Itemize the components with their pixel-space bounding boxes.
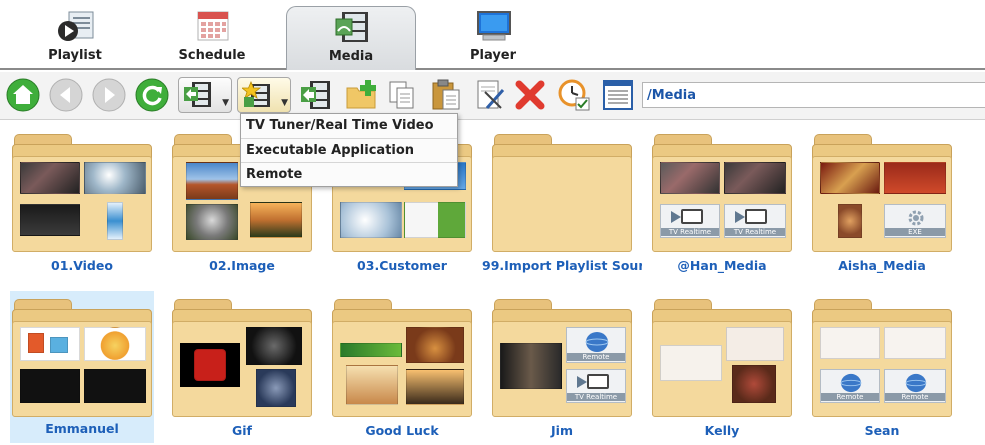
globe-icon — [585, 332, 609, 352]
film-icon — [335, 12, 368, 42]
tab-label: Player — [469, 48, 517, 63]
tab-schedule[interactable]: Schedule — [147, 6, 277, 70]
thumb-label: TV Realtime — [725, 228, 785, 236]
menu-item-executable[interactable]: Executable Application — [241, 139, 457, 163]
folder-icon: EXE — [812, 134, 952, 252]
add-media-button[interactable]: ▼ — [178, 77, 232, 113]
details-view-icon[interactable] — [601, 78, 635, 112]
folder-name: 02.Image — [209, 258, 275, 273]
calendar-icon — [197, 11, 229, 41]
tv-icon: TV Realtime — [724, 204, 786, 238]
folder-item[interactable]: 99.Import Playlist Sour — [482, 134, 642, 284]
folder-icon — [12, 299, 152, 417]
folder-icon: TV Realtime TV Realtime — [652, 134, 792, 252]
exe-icon: EXE — [884, 204, 946, 238]
edit-icon[interactable] — [473, 78, 507, 112]
folder-icon — [492, 134, 632, 252]
folder-item[interactable]: Emmanuel — [10, 291, 154, 443]
folder-name: Sean — [864, 423, 900, 438]
folder-item[interactable]: TV Realtime TV Realtime @Han_Media — [650, 134, 794, 284]
delete-icon[interactable] — [513, 78, 547, 112]
globe-icon — [905, 373, 927, 393]
folder-name: Kelly — [704, 423, 740, 438]
tab-playlist[interactable]: Playlist — [10, 6, 140, 70]
tab-media[interactable]: Media — [286, 6, 416, 70]
thumb-label: TV Realtime — [661, 228, 719, 236]
copy-icon[interactable] — [385, 78, 419, 112]
chevron-down-icon: ▼ — [222, 98, 229, 108]
folder-name: Emmanuel — [45, 421, 119, 436]
folder-icon — [12, 134, 152, 252]
thumb-label: Remote — [885, 393, 945, 401]
folder-item[interactable]: Kelly — [650, 299, 794, 445]
path-input[interactable]: /Media — [642, 82, 985, 108]
tab-player[interactable]: Player — [428, 6, 558, 70]
home-icon[interactable] — [6, 78, 40, 112]
folder-name: Jim — [551, 423, 573, 438]
folder-icon — [652, 299, 792, 417]
add-special-media-button[interactable]: ▼ — [237, 77, 291, 113]
folder-icon — [332, 299, 472, 417]
folder-item[interactable]: Remote Remote Sean — [810, 299, 954, 445]
import-media-icon[interactable] — [298, 78, 332, 112]
chevron-down-icon: ▼ — [281, 98, 288, 108]
tab-label: Playlist — [48, 48, 102, 63]
special-media-dropdown: TV Tuner/Real Time Video Executable Appl… — [240, 113, 458, 187]
new-folder-icon[interactable] — [345, 78, 379, 112]
media-manager-window: Playlist Schedule Media Player ▼ ▼ /Medi… — [0, 0, 985, 445]
playlist-icon — [58, 11, 94, 41]
refresh-icon[interactable] — [135, 78, 169, 112]
folder-name: @Han_Media — [677, 258, 767, 273]
main-tab-bar: Playlist Schedule Media Player — [0, 0, 985, 70]
tab-label: Schedule — [178, 48, 246, 63]
add-media-icon — [184, 82, 211, 107]
menu-item-remote[interactable]: Remote — [241, 163, 457, 188]
remote-icon: Remote — [884, 369, 946, 403]
folder-name: Good Luck — [365, 423, 439, 438]
folder-name: 03.Customer — [357, 258, 447, 273]
schedule-check-icon[interactable] — [557, 78, 591, 112]
forward-icon[interactable] — [92, 78, 126, 112]
back-icon[interactable] — [49, 78, 83, 112]
folder-name: 99.Import Playlist Sour — [482, 258, 642, 273]
folder-name: Gif — [232, 423, 252, 438]
paste-icon[interactable] — [429, 78, 463, 112]
tv-icon: TV Realtime — [660, 204, 720, 238]
folder-item[interactable]: Remote TV Realtime Jim — [490, 299, 634, 445]
monitor-icon — [477, 11, 511, 41]
thumb-label: TV Realtime — [567, 393, 625, 401]
folder-item[interactable]: Gif — [170, 299, 314, 445]
tab-label: Media — [328, 49, 374, 64]
remote-icon: Remote — [820, 369, 880, 403]
folder-icon: Remote TV Realtime — [492, 299, 632, 417]
menu-item-tv-tuner[interactable]: TV Tuner/Real Time Video — [241, 114, 457, 139]
globe-icon — [840, 373, 862, 393]
folder-name: 01.Video — [51, 258, 113, 273]
folder-item[interactable]: Good Luck — [330, 299, 474, 445]
thumb-label: Remote — [567, 353, 625, 361]
folder-name: Aisha_Media — [838, 258, 926, 273]
remote-icon: Remote — [566, 327, 626, 363]
gear-icon — [908, 210, 924, 226]
thumb-label: EXE — [885, 228, 945, 236]
folder-icon — [172, 299, 312, 417]
folder-item[interactable]: 01.Video — [10, 134, 154, 284]
folder-icon: Remote Remote — [812, 299, 952, 417]
add-special-media-icon — [242, 81, 270, 107]
tv-icon: TV Realtime — [566, 369, 626, 403]
thumb-label: Remote — [821, 393, 879, 401]
folder-item[interactable]: EXE Aisha_Media — [810, 134, 954, 284]
